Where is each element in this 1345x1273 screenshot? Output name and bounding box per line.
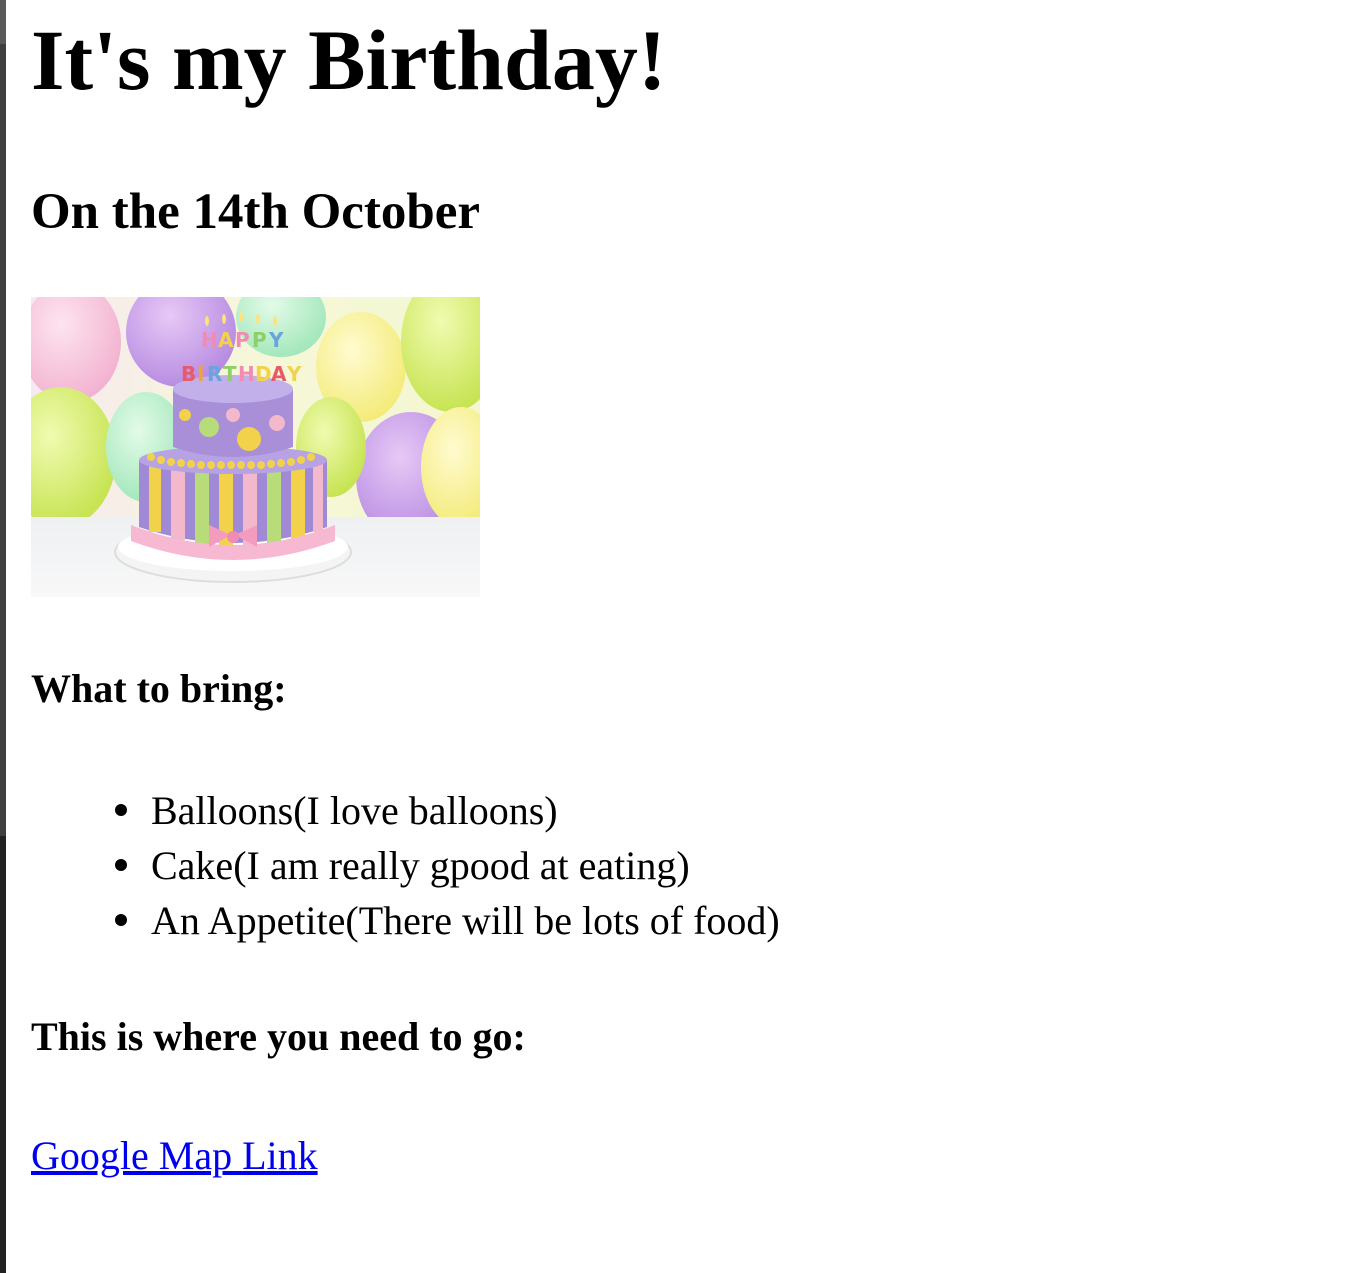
birthday-cake-image: H A P P Y B I R T H D A Y [31,297,480,597]
svg-text:P: P [252,328,267,352]
google-map-link[interactable]: Google Map Link [31,1130,318,1182]
svg-text:D: D [255,362,272,386]
list-item-text: Cake(I am really gpood at eating) [151,843,690,888]
directions-heading: This is where you need to go: [31,1014,526,1059]
svg-text:R: R [207,362,222,386]
svg-text:Y: Y [286,362,302,386]
what-to-bring-heading: What to bring: [31,666,287,711]
svg-text:H: H [238,362,255,386]
svg-text:P: P [235,328,250,352]
date-heading: On the 14th October [31,184,481,240]
list-item-text: Balloons(I love balloons) [151,788,558,833]
svg-text:A: A [218,328,234,352]
svg-text:A: A [271,362,287,386]
list-item: Cake(I am really gpood at eating) [31,838,780,893]
bullet-icon [115,914,127,926]
window-left-edge [0,0,6,1273]
list-item: Balloons(I love balloons) [31,783,780,838]
bullet-icon [115,859,127,871]
svg-text:T: T [223,362,237,386]
list-item: An Appetite(There will be lots of food) [31,893,780,948]
page-title: It's my Birthday! [31,12,667,108]
bullet-icon [115,804,127,816]
svg-text:B: B [181,362,196,386]
list-item-text: An Appetite(There will be lots of food) [151,898,780,943]
bring-list: Balloons(I love balloons) Cake(I am real… [31,783,780,948]
svg-text:H: H [201,328,218,352]
svg-text:Y: Y [268,328,284,352]
svg-text:I: I [197,362,204,386]
